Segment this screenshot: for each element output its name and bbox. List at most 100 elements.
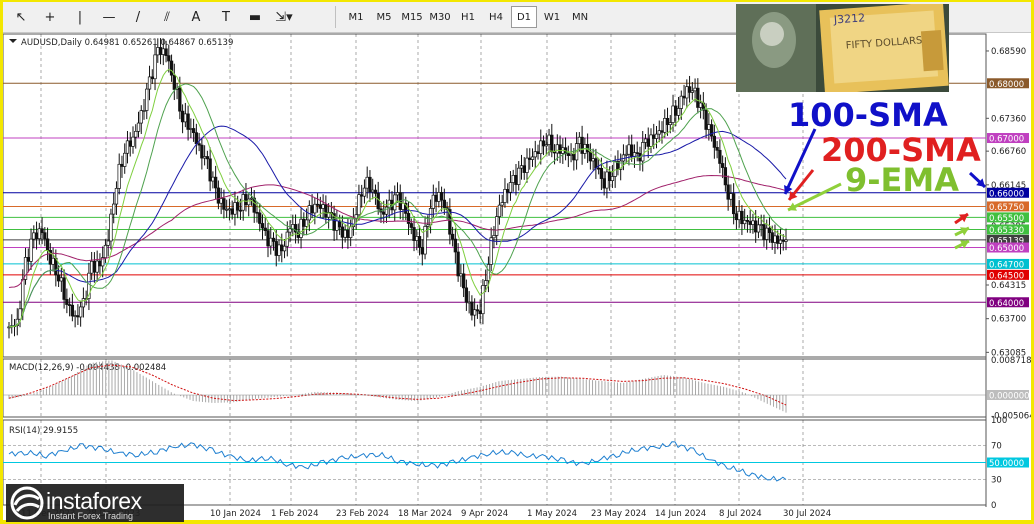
candle-body-124: [349, 226, 353, 238]
candle-body-26: [78, 306, 83, 318]
candle-body-204: [569, 153, 573, 156]
candle-body-62: [178, 87, 182, 112]
candle-body-68: [194, 132, 199, 144]
x-tick-label-4: 23 Feb 2024: [336, 509, 389, 519]
x-tick-label-2: 10 Jan 2024: [210, 509, 261, 519]
candle-body-97: [274, 241, 278, 256]
candle-body-132: [371, 189, 375, 193]
candle-body-75: [213, 176, 218, 189]
candle-body-98: [277, 244, 281, 256]
x-tick-label-11: 30 Jul 2024: [783, 509, 831, 519]
candle-body-265: [737, 210, 741, 221]
candle-body-93: [263, 227, 267, 232]
x-tick-label-5: 18 Mar 2024: [398, 509, 452, 519]
rsi-50-label: 50.0000: [989, 459, 1024, 469]
candle-body-87: [247, 198, 251, 206]
candle-body-81: [230, 208, 234, 215]
candle-body-55: [158, 47, 163, 55]
candle-body-54: [156, 47, 160, 56]
candle-body-25: [76, 315, 80, 318]
candle-body-182: [508, 182, 513, 193]
candle-body-131: [368, 176, 372, 193]
candle-body-21: [65, 299, 69, 305]
candle-body-45: [131, 136, 135, 147]
candle-body-262: [729, 193, 733, 200]
candle-body-230: [641, 142, 645, 162]
candle-body-18: [56, 274, 61, 282]
candle-body-177: [495, 216, 499, 236]
rsi-y-tick-4: 0: [991, 501, 996, 511]
candle-body-256: [712, 135, 717, 148]
candle-body-178: [497, 204, 502, 217]
candle-body-245: [682, 95, 686, 99]
candle-body-147: [412, 227, 416, 241]
candle-body-11: [37, 228, 41, 240]
candle-body-247: [687, 86, 692, 93]
candle-body-155: [434, 194, 438, 202]
candle-body-84: [238, 209, 243, 212]
candle-body-271: [754, 220, 758, 233]
candle-body-47: [136, 122, 141, 132]
candle-body-33: [98, 260, 102, 267]
candle-body-240: [668, 122, 672, 126]
candle-body-90: [255, 211, 259, 214]
candle-body-234: [652, 134, 656, 139]
candle-body-192: [536, 151, 540, 154]
candle-body-226: [630, 144, 634, 157]
candle-body-175: [489, 237, 493, 265]
candle-body-274: [762, 224, 766, 240]
candle-body-82: [233, 202, 237, 215]
candle-body-8: [29, 238, 33, 262]
candle-body-236: [657, 130, 661, 135]
candle-body-169: [472, 309, 477, 316]
macd-y-tick-0: 0.008718: [991, 356, 1031, 366]
candle-body-23: [70, 304, 75, 317]
candle-body-231: [643, 138, 648, 143]
candle-body-99: [280, 244, 284, 252]
rsi-y-tick-3: 30: [991, 476, 1002, 486]
candle-body-119: [335, 220, 339, 231]
x-tick-label-10: 8 Jul 2024: [719, 509, 762, 519]
y-tick-label-1: 0.67360: [991, 114, 1026, 124]
candle-body-266: [740, 210, 744, 225]
candle-body-242: [674, 105, 678, 116]
candle-body-66: [189, 128, 193, 130]
candle-body-187: [522, 165, 526, 173]
candle-body-70: [200, 144, 204, 159]
candle-body-257: [715, 147, 719, 151]
candle-body-85: [241, 194, 245, 211]
candle-body-71: [202, 156, 207, 159]
candle-body-196: [547, 134, 551, 145]
candle-body-261: [726, 184, 730, 200]
candle-body-191: [533, 151, 537, 158]
candle-body-253: [704, 109, 708, 130]
candle-body-249: [693, 87, 697, 92]
candle-body-162: [453, 238, 458, 253]
x-tick-label-8: 23 May 2024: [591, 509, 646, 519]
level-label-4: 0.65500: [989, 214, 1024, 224]
candle-body-51: [147, 76, 152, 90]
candle-body-280: [778, 239, 783, 244]
candle-body-216: [602, 178, 606, 189]
candle-body-207: [577, 136, 582, 144]
candle-body-239: [665, 117, 670, 126]
candle-body-161: [450, 233, 455, 240]
candle-body-107: [302, 218, 306, 227]
candle-body-281: [781, 239, 785, 242]
candle-body-275: [765, 227, 769, 240]
candle-body-235: [654, 133, 659, 139]
candle-body-83: [236, 202, 240, 211]
candle-body-184: [514, 175, 518, 185]
candle-body-130: [365, 176, 369, 189]
candle-body-141: [395, 192, 400, 196]
candle-body-88: [249, 197, 254, 200]
x-tick-label-7: 1 May 2024: [527, 509, 577, 519]
candle-body-173: [484, 280, 488, 286]
candle-body-251: [698, 102, 703, 108]
candle-body-190: [530, 156, 535, 160]
candle-body-203: [566, 153, 570, 156]
candle-body-113: [318, 204, 323, 209]
candle-body-145: [406, 213, 411, 224]
y-tick-label-6: 0.63700: [991, 315, 1026, 325]
y-tick-label-5: 0.64315: [991, 281, 1026, 291]
